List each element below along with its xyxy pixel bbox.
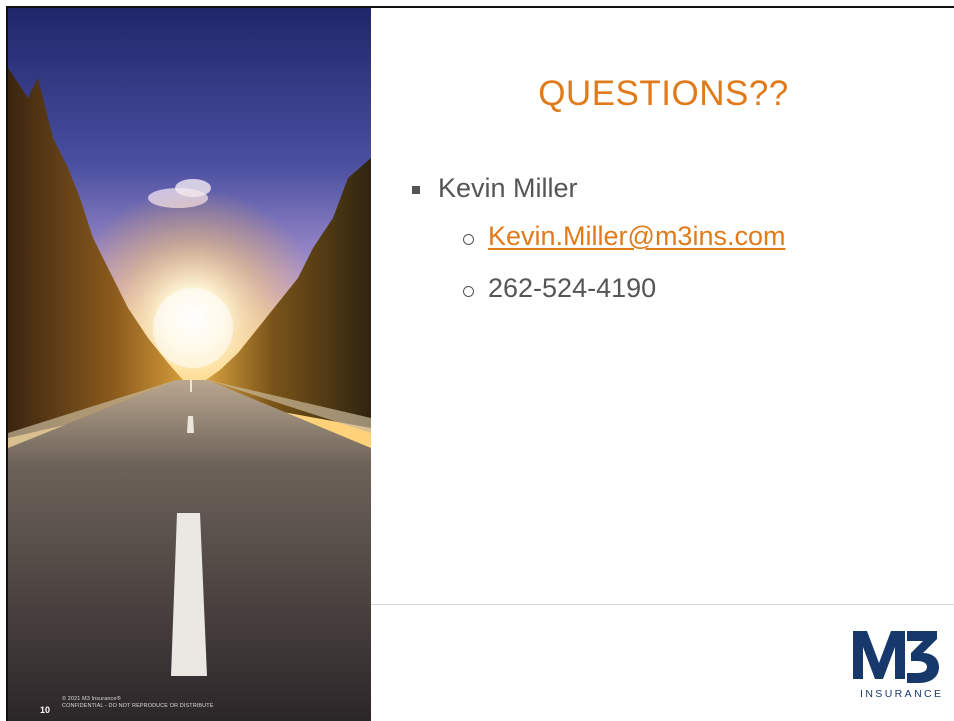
footer-copyright: © 2021 M3 Insurance® CONFIDENTIAL - DO N… [62, 696, 213, 710]
contact-phone: 262-524-4190 [488, 273, 657, 303]
logo-wordmark: INSURANCE [860, 688, 944, 700]
circle-bullet-icon [463, 234, 474, 245]
contact-email-item: Kevin.Miller@m3ins.com [463, 221, 785, 252]
footer-divider [371, 604, 954, 605]
square-bullet-icon [412, 185, 420, 194]
circle-bullet-icon [463, 286, 474, 297]
page-number: 10 [40, 705, 51, 715]
road-sunset-photo: 10 © 2021 M3 Insurance® CONFIDENTIAL - D… [8, 8, 371, 721]
copyright-text: © 2021 M3 Insurance® [62, 696, 121, 702]
email-link[interactable]: Kevin.Miller@m3ins.com [488, 221, 785, 252]
contact-name: Kevin Miller [438, 173, 578, 203]
slide: 10 © 2021 M3 Insurance® CONFIDENTIAL - D… [6, 6, 954, 721]
contact-phone-item: 262-524-4190 [463, 273, 656, 304]
contact-name-item: Kevin Miller [412, 173, 578, 204]
slide-title: QUESTIONS?? [538, 74, 789, 113]
confidential-notice: CONFIDENTIAL - DO NOT REPRODUCE OR DISTR… [62, 703, 214, 709]
